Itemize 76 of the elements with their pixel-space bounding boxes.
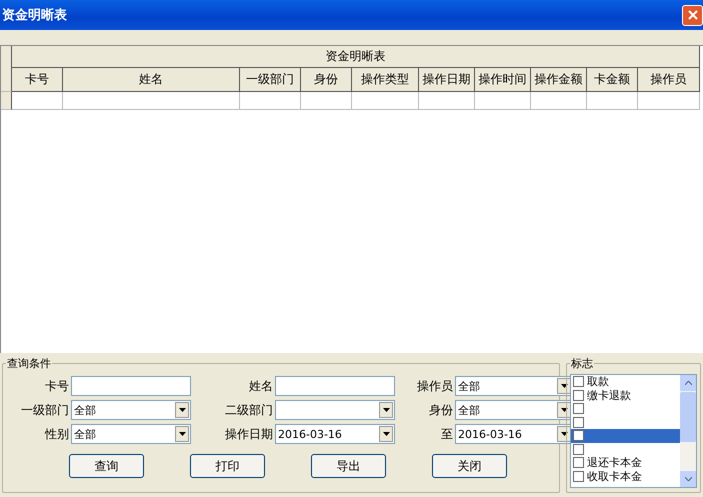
column-header: 操作日期: [419, 68, 475, 92]
field-label: 操作员: [416, 378, 453, 394]
column-header: 操作时间: [475, 68, 531, 92]
table-cell: [531, 92, 587, 110]
dropdown-field[interactable]: 全部: [71, 400, 191, 420]
close-icon: [686, 9, 698, 21]
field-label: 操作日期: [224, 426, 273, 442]
checkbox[interactable]: [573, 416, 584, 428]
list-item[interactable]: [571, 429, 680, 442]
list-item[interactable]: 退还卡本金: [571, 456, 680, 470]
list-item[interactable]: 取款: [571, 375, 680, 388]
dropdown-arrow-icon[interactable]: [560, 432, 568, 436]
group-title: 标志: [570, 356, 594, 371]
dropdown-arrow-icon[interactable]: [178, 432, 186, 436]
close-button[interactable]: [682, 4, 703, 26]
field-label: 卡号: [44, 378, 69, 394]
action-button[interactable]: 关闭: [432, 454, 507, 478]
dropdown-arrow-icon[interactable]: [560, 408, 568, 412]
table-cell: [419, 92, 475, 110]
dropdown-field[interactable]: 全部: [455, 400, 573, 420]
dropdown-field[interactable]: 全部: [71, 424, 191, 444]
scrollbar[interactable]: [680, 375, 696, 487]
window-title: 资金明晰表: [2, 7, 67, 24]
field-label: 身份: [428, 402, 453, 418]
field-value: 全部: [458, 378, 480, 394]
list-item[interactable]: 缴卡退款: [571, 388, 680, 402]
column-header: 卡金额: [587, 68, 638, 92]
table-cell: [638, 92, 700, 110]
dropdown-field[interactable]: [275, 400, 395, 420]
checkbox[interactable]: [573, 376, 584, 388]
column-header: 一级部门: [240, 68, 301, 92]
table-cell: [475, 92, 531, 110]
checkbox[interactable]: [573, 430, 584, 442]
action-button[interactable]: 导出: [311, 454, 386, 478]
field-value: 2016-03-16: [458, 428, 522, 440]
dropdown-arrow-icon[interactable]: [382, 432, 390, 436]
dropdown-field[interactable]: 2016-03-16: [455, 424, 573, 444]
text-field[interactable]: [71, 376, 191, 396]
dropdown-arrow-icon[interactable]: [382, 408, 390, 412]
column-header: 身份: [301, 68, 352, 92]
group-title: 查询条件: [6, 356, 52, 371]
table-cell: [301, 92, 352, 110]
column-header: 卡号: [12, 68, 63, 92]
table-cell: [587, 92, 638, 110]
field-label: 一级部门: [20, 402, 69, 418]
column-header: 姓名: [63, 68, 240, 92]
dropdown-arrow-icon[interactable]: [560, 384, 568, 388]
checkbox[interactable]: [573, 390, 584, 401]
action-button[interactable]: 打印: [190, 454, 265, 478]
field-label: 性别: [44, 426, 69, 442]
column-header: 操作金额: [531, 68, 587, 92]
table-cell: [12, 92, 63, 110]
table-cell: [240, 92, 301, 110]
table-cell: [352, 92, 419, 110]
table-title: 资金明晰表: [12, 46, 700, 68]
field-label: 至: [440, 426, 453, 442]
scroll-down-icon[interactable]: [684, 477, 692, 481]
field-value: 全部: [458, 402, 480, 418]
text-field[interactable]: [275, 376, 395, 396]
column-header: 操作员: [638, 68, 700, 92]
scroll-up-icon[interactable]: [684, 381, 692, 385]
field-value: 全部: [74, 426, 96, 442]
dropdown-arrow-icon[interactable]: [178, 408, 186, 412]
field-value: 全部: [74, 402, 96, 418]
checkbox[interactable]: [573, 403, 584, 414]
dropdown-field[interactable]: 全部: [455, 376, 573, 396]
checkbox[interactable]: [573, 457, 584, 468]
field-value: 2016-03-16: [278, 428, 342, 440]
checkbox[interactable]: [573, 444, 584, 455]
field-label: 姓名: [248, 378, 273, 394]
list-item[interactable]: 收取卡本金: [571, 470, 680, 483]
column-header: 操作类型: [352, 68, 419, 92]
checkbox[interactable]: [573, 470, 584, 482]
field-label: 二级部门: [224, 402, 273, 418]
action-button[interactable]: 查询: [69, 454, 144, 478]
dropdown-field[interactable]: 2016-03-16: [275, 424, 395, 444]
